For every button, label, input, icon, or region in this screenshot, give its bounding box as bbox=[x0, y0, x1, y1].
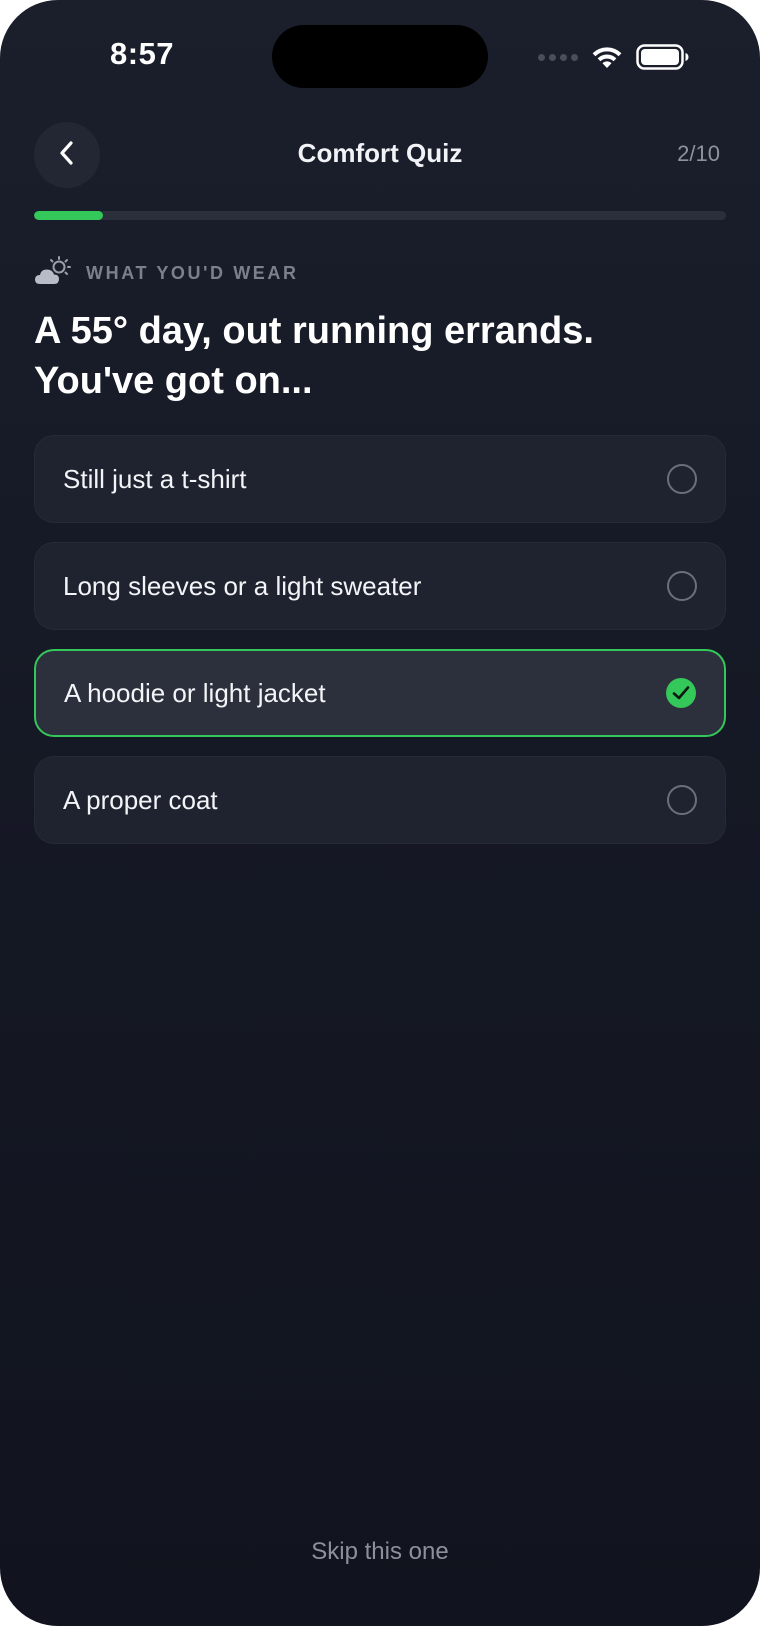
answer-option-selected[interactable]: A hoodie or light jacket bbox=[34, 649, 726, 737]
answer-option-label: Still just a t-shirt bbox=[63, 463, 247, 494]
skip-button[interactable]: Skip this one bbox=[0, 1538, 760, 1566]
answer-option-label: Long sleeves or a light sweater bbox=[63, 570, 422, 601]
cloud-sun-icon bbox=[34, 256, 72, 291]
question-category: WHAT YOU'D WEAR bbox=[34, 256, 299, 291]
checkmark-icon bbox=[666, 678, 696, 708]
cellular-signal-icon bbox=[538, 53, 578, 61]
status-icons bbox=[538, 42, 690, 72]
phone-screen: 8:57 Comfort Quiz 2/10 WHAT YOU'D WEAR A… bbox=[0, 0, 760, 1626]
radio-unselected-icon bbox=[667, 464, 697, 494]
answer-option-label: A hoodie or light jacket bbox=[64, 677, 326, 708]
question-text: A 55° day, out running errands. You've g… bbox=[34, 310, 594, 402]
quiz-progress-bar bbox=[34, 211, 726, 220]
answer-option[interactable]: Still just a t-shirt bbox=[34, 435, 726, 523]
radio-unselected-icon bbox=[667, 785, 697, 815]
step-counter: 2/10 bbox=[677, 141, 720, 166]
answer-options: Still just a t-shirt Long sleeves or a l… bbox=[34, 435, 726, 863]
answer-option[interactable]: Long sleeves or a light sweater bbox=[34, 542, 726, 630]
answer-option-label: A proper coat bbox=[63, 784, 218, 815]
answer-option[interactable]: A proper coat bbox=[34, 756, 726, 844]
wifi-icon bbox=[590, 44, 624, 70]
category-label: WHAT YOU'D WEAR bbox=[86, 263, 299, 283]
dynamic-island bbox=[272, 25, 488, 88]
quiz-progress-fill bbox=[34, 211, 104, 220]
radio-unselected-icon bbox=[667, 571, 697, 601]
battery-icon bbox=[636, 44, 690, 70]
page-title: Comfort Quiz bbox=[297, 138, 463, 168]
status-time: 8:57 bbox=[110, 36, 175, 71]
